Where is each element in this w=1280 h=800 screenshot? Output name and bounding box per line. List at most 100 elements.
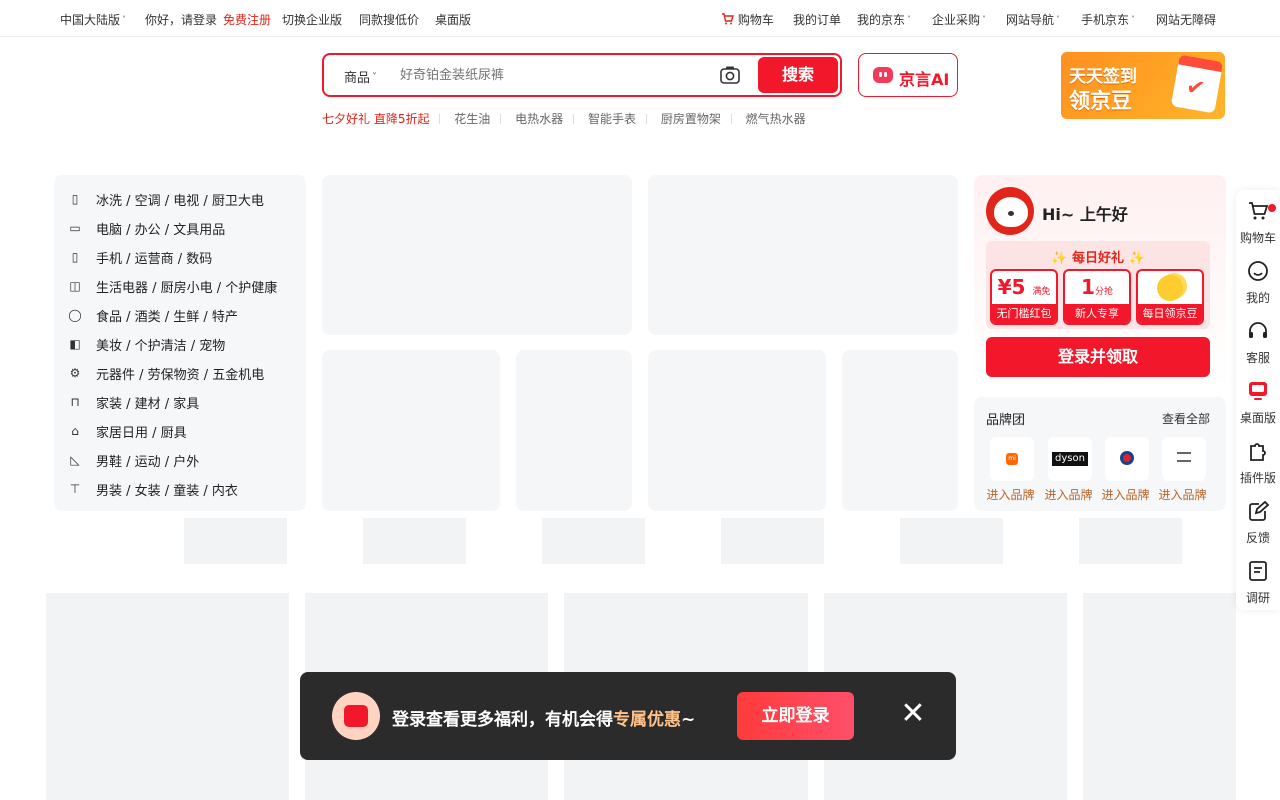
dyson-logo: dyson — [1048, 437, 1092, 481]
search-input[interactable] — [400, 64, 700, 86]
rail-mine[interactable]: 我的 — [1236, 260, 1280, 306]
gift-red-packet[interactable]: ¥5 满免 无门槛红包 — [990, 269, 1058, 325]
chair-icon: ⊓ — [70, 395, 80, 409]
banner-placeholder — [322, 175, 632, 335]
shortcut-placeholder — [184, 518, 287, 564]
brand-item[interactable]: dyson 进入品牌 — [1044, 437, 1096, 503]
shoe-icon: ◺ — [70, 453, 80, 467]
view-all-link[interactable]: 查看全部 — [1162, 410, 1210, 427]
category-item[interactable]: ▯ 冰洗 / 空调 / 电视 / 厨卫大电 — [68, 188, 298, 210]
brand-item[interactable]: 进入品牌 — [1101, 437, 1153, 503]
my-jd-menu[interactable]: 我的京东 ˅ — [857, 11, 911, 28]
login-link[interactable]: 你好，请登录 — [145, 11, 217, 28]
search-category-select[interactable]: 商品 ˅ — [344, 67, 377, 86]
product-placeholder — [1083, 593, 1236, 800]
camera-icon[interactable] — [720, 66, 740, 84]
accessibility-link[interactable]: 网站无障碍 — [1156, 11, 1216, 28]
category-item[interactable]: ◯ 食品 / 酒类 / 生鲜 / 特产 — [68, 304, 298, 326]
brand-logo — [1162, 437, 1206, 481]
user-card: Hi~ 上午好 ✨ 每日好礼 ✨ ¥5 满免 无门槛红包 1分抢 新人专享 每日… — [974, 175, 1226, 387]
category-item[interactable]: ◫ 生活电器 / 厨房小电 / 个护健康 — [68, 275, 298, 297]
login-toast: 登录查看更多福利，有机会得专属优惠~ 立即登录 ✕ — [300, 672, 956, 760]
site-nav-menu[interactable]: 网站导航 ˅ — [1006, 11, 1060, 28]
hotword-link[interactable]: 七夕好礼 直降5折起 — [322, 110, 429, 127]
desktop-link[interactable]: 桌面版 — [435, 11, 471, 28]
rail-feedback[interactable]: 反馈 — [1236, 500, 1280, 546]
login-now-button[interactable]: 立即登录 — [737, 692, 854, 740]
brand-item[interactable]: 进入品牌 — [1158, 437, 1210, 503]
promo-placeholder — [842, 350, 958, 511]
right-rail: 购物车 我的 客服 桌面版 插件版 反馈 调研 — [1236, 190, 1280, 610]
plugin-icon — [1250, 443, 1266, 461]
chevron-down-icon: ˅ — [122, 15, 127, 24]
search-button[interactable]: 搜索 — [758, 57, 838, 93]
hotword-link[interactable]: 燃气热水器 — [746, 110, 806, 127]
rail-desktop[interactable]: 桌面版 — [1236, 380, 1280, 426]
chevron-down-icon: ˅ — [982, 15, 987, 24]
hotword-link[interactable]: 厨房置物架 — [661, 110, 721, 127]
smile-icon — [1248, 261, 1268, 281]
greeting-text: Hi~ 上午好 — [1042, 205, 1128, 224]
gear-icon: ⚙ — [69, 366, 81, 380]
category-item[interactable]: ▭ 电脑 / 办公 / 文具用品 — [68, 217, 298, 239]
avatar[interactable] — [986, 187, 1034, 235]
toast-message: 登录查看更多福利，有机会得专属优惠~ — [392, 710, 696, 730]
category-item[interactable]: ◺ 男鞋 / 运动 / 户外 — [68, 449, 298, 471]
enterprise-switch-link[interactable]: 切换企业版 — [282, 11, 342, 28]
gift-jd-beans[interactable]: 每日领京豆 — [1136, 269, 1204, 325]
rail-survey[interactable]: 调研 — [1236, 560, 1280, 606]
ai-chat-icon — [873, 67, 893, 83]
category-item[interactable]: ⊤ 男装 / 女装 / 童装 / 内衣 — [68, 478, 298, 500]
apple-icon: ◯ — [68, 308, 82, 322]
category-panel: ▯ 冰洗 / 空调 / 电视 / 厨卫大电 ▭ 电脑 / 办公 / 文具用品 ▯ 手机… — [54, 175, 306, 511]
category-item[interactable]: ◧ 美妆 / 个护清洁 / 宠物 — [68, 333, 298, 355]
shirt-icon: ⊤ — [69, 482, 81, 496]
promo-placeholder — [516, 350, 632, 511]
signin-banner[interactable]: 天天签到 领京豆 — [1061, 52, 1225, 119]
gift-newcomer[interactable]: 1分抢 新人专享 — [1063, 269, 1131, 325]
daily-gift-title: ✨ 每日好礼 ✨ — [1051, 251, 1145, 266]
promo-placeholder — [322, 350, 500, 511]
daily-gift-panel: ✨ 每日好礼 ✨ ¥5 满免 无门槛红包 1分抢 新人专享 每日领京豆 — [986, 241, 1210, 329]
rail-plugin[interactable]: 插件版 — [1236, 440, 1280, 486]
banner-placeholder — [648, 175, 958, 335]
hotword-link[interactable]: 电热水器 — [515, 110, 563, 127]
chevron-down-icon: ˅ — [1056, 15, 1061, 24]
chevron-down-icon: ˅ — [1131, 15, 1136, 24]
product-placeholder — [46, 593, 289, 800]
shortcut-placeholder — [721, 518, 824, 564]
category-item[interactable]: ⌂ 家居日用 / 厨具 — [68, 420, 298, 442]
survey-icon — [1249, 561, 1267, 581]
close-icon[interactable]: ✕ — [900, 699, 926, 729]
phone-icon: ▯ — [71, 250, 79, 264]
cart-link[interactable]: 购物车 — [721, 11, 774, 28]
enterprise-purchase-menu[interactable]: 企业采购 ˅ — [932, 11, 986, 28]
rail-service[interactable]: 客服 — [1236, 320, 1280, 366]
appliance-icon: ◫ — [69, 279, 81, 293]
category-item[interactable]: ▯ 手机 / 运营商 / 数码 — [68, 246, 298, 268]
login-claim-button[interactable]: 登录并领取 — [986, 337, 1210, 377]
same-style-link[interactable]: 同款搜低价 — [359, 11, 419, 28]
monitor-icon: ▭ — [69, 221, 81, 235]
notification-dot — [1268, 204, 1276, 212]
my-orders-link[interactable]: 我的订单 — [793, 11, 841, 28]
cart-icon — [722, 13, 734, 25]
region-selector[interactable]: 中国大陆版 ˅ — [60, 11, 126, 28]
brand-item[interactable]: mi 进入品牌 — [986, 437, 1038, 503]
hotword-link[interactable]: 智能手表 — [588, 110, 636, 127]
hot-words: 七夕好礼 直降5折起 花生油 电热水器 智能手表 厨房置物架 燃气热水器 — [322, 110, 816, 127]
rail-cart[interactable]: 购物车 — [1236, 200, 1280, 246]
brand-group-title: 品牌团 — [986, 413, 1026, 428]
desktop-icon — [1249, 382, 1267, 400]
search-box: 商品˅ 搜索 — [322, 53, 842, 97]
mobile-jd-menu[interactable]: 手机京东 ˅ — [1081, 11, 1135, 28]
brand-group: 品牌团 查看全部 mi 进入品牌 dyson 进入品牌 进入品牌 进入品牌 — [974, 397, 1226, 511]
brand-logo — [1105, 437, 1149, 481]
jd-ai-button[interactable]: 京言AI — [858, 53, 958, 97]
category-item[interactable]: ⚙ 元器件 / 劳保物资 / 五金机电 — [68, 362, 298, 384]
register-link[interactable]: 免费注册 — [223, 11, 271, 28]
hotword-link[interactable]: 花生油 — [454, 110, 490, 127]
shortcut-placeholder — [542, 518, 645, 564]
category-item[interactable]: ⊓ 家装 / 建材 / 家具 — [68, 391, 298, 413]
shortcut-placeholder — [900, 518, 1003, 564]
